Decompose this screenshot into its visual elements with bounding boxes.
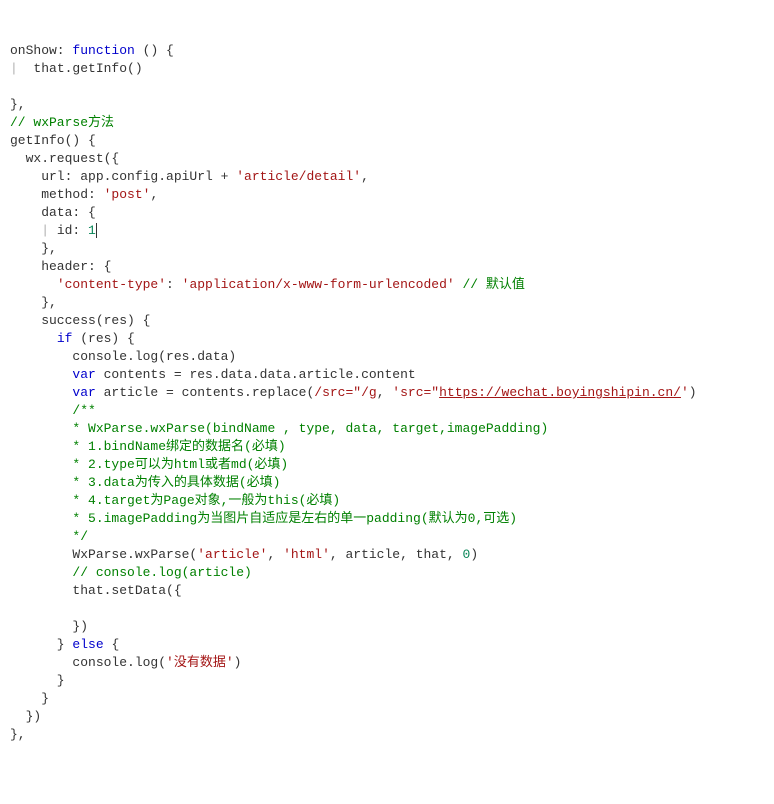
code-text: } [10, 691, 49, 706]
code-text: header: { [10, 259, 111, 274]
code-text: article = contents.replace( [96, 385, 314, 400]
comment: * 4.target为Page对象,一般为this(必填) [10, 493, 340, 508]
code-text: id: [49, 223, 88, 238]
code-text [10, 385, 72, 400]
code-text: success(res) { [10, 313, 150, 328]
indent-guide: | [10, 223, 49, 238]
code-text: ) [689, 385, 697, 400]
string: 'html' [283, 547, 330, 562]
code-text: , [361, 169, 369, 184]
code-text: () { [135, 43, 174, 58]
code-text: onShow: [10, 43, 72, 58]
code-text: , [377, 385, 393, 400]
comment: * 2.type可以为html或者md(必填) [10, 457, 288, 472]
code-text [10, 367, 72, 382]
regex: /src="/g [314, 385, 376, 400]
string: 'post' [104, 187, 151, 202]
string: 'src=" [392, 385, 439, 400]
keyword-var: var [72, 367, 95, 382]
comment: */ [10, 529, 88, 544]
code-text: that.setData({ [10, 583, 182, 598]
code-text: console.log( [10, 655, 166, 670]
string: ' [681, 385, 689, 400]
code-text [10, 277, 57, 292]
code-text: , [150, 187, 158, 202]
string: 'article' [197, 547, 267, 562]
code-text: (res) { [72, 331, 134, 346]
code-text: wx.request({ [10, 151, 119, 166]
code-text: method: [10, 187, 104, 202]
code-text: }, [10, 241, 57, 256]
code-text: }, [10, 295, 57, 310]
keyword-if: if [57, 331, 73, 346]
comment: // console.log(article) [10, 565, 252, 580]
comment: * 5.imagePadding为当图片自适应是左右的单一padding(默认为… [10, 511, 517, 526]
code-text [10, 331, 57, 346]
code-text: url: app.config.apiUrl + [10, 169, 236, 184]
comment: * WxParse.wxParse(bindName , type, data,… [10, 421, 548, 436]
string: 'content-type' [57, 277, 166, 292]
code-text: } [10, 637, 72, 652]
code-text: ) [470, 547, 478, 562]
comment: * 1.bindName绑定的数据名(必填) [10, 439, 286, 454]
code-text: }) [10, 619, 88, 634]
code-text: { [104, 637, 120, 652]
indent-guide: | [10, 61, 18, 76]
code-text: that.getInfo() [18, 61, 143, 76]
code-text: contents = res.data.data.article.content [96, 367, 416, 382]
keyword-var: var [72, 385, 95, 400]
keyword-function: function [72, 43, 134, 58]
code-text: data: { [10, 205, 96, 220]
code-text: console.log(res.data) [10, 349, 236, 364]
code-text: }, [10, 727, 26, 742]
comment: // wxParse方法 [10, 115, 114, 130]
code-text: }) [10, 709, 41, 724]
code-text: , [267, 547, 283, 562]
code-text: } [10, 673, 65, 688]
keyword-else: else [72, 637, 103, 652]
url-link: https://wechat.boyingshipin.cn/ [439, 385, 681, 400]
number: 1 [88, 223, 96, 238]
code-text: : [166, 277, 182, 292]
code-text: ) [234, 655, 242, 670]
code-text: , article, that, [330, 547, 463, 562]
caret-icon [96, 223, 97, 238]
code-block: onShow: function () { | that.getInfo() }… [10, 42, 764, 744]
comment: * 3.data为传入的具体数据(必填) [10, 475, 280, 490]
code-text: }, [10, 97, 26, 112]
string: 'application/x-www-form-urlencoded' [182, 277, 455, 292]
string: '没有数据' [166, 655, 234, 670]
code-text: getInfo() { [10, 133, 96, 148]
code-text: WxParse.wxParse( [10, 547, 197, 562]
comment: /** [10, 403, 96, 418]
string: 'article/detail' [236, 169, 361, 184]
comment: // 默认值 [455, 277, 525, 292]
